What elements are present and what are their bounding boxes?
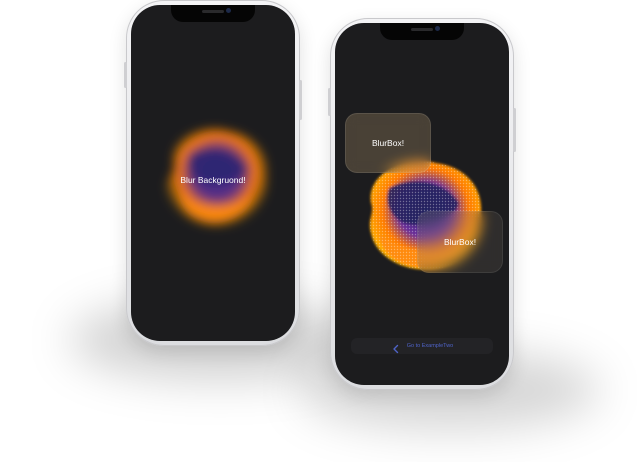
left-phone: Blur Backgruond! <box>124 0 302 346</box>
right-phone-notch <box>380 23 464 40</box>
right-phone-volume-button <box>328 88 331 116</box>
mockup-canvas: Blur Backgruond! BlurBox! BlurBox! Go to… <box>0 0 640 462</box>
left-phone-screen: Blur Backgruond! <box>131 5 295 341</box>
blurbox-top: BlurBox! <box>345 113 431 173</box>
left-phone-power-button <box>299 80 302 120</box>
speaker-grille <box>411 28 433 31</box>
blur-background-label: Blur Backgruond! <box>180 175 246 185</box>
right-phone-screen: BlurBox! BlurBox! Go to ExampleTwo <box>335 23 509 385</box>
front-camera <box>435 26 440 31</box>
go-to-example-two-button[interactable]: Go to ExampleTwo <box>351 338 493 354</box>
go-to-example-two-label: Go to ExampleTwo <box>406 343 454 349</box>
blurbox-bottom: BlurBox! <box>417 211 503 273</box>
front-camera <box>226 8 231 13</box>
speaker-grille <box>202 10 224 13</box>
right-phone: BlurBox! BlurBox! Go to ExampleTwo <box>328 18 516 390</box>
left-phone-volume-button <box>124 62 127 88</box>
chevron-left-icon <box>391 341 401 354</box>
left-phone-notch <box>171 5 255 22</box>
right-phone-power-button <box>513 108 516 152</box>
blurbox-bottom-label: BlurBox! <box>443 237 477 247</box>
blurbox-top-label: BlurBox! <box>371 138 405 148</box>
